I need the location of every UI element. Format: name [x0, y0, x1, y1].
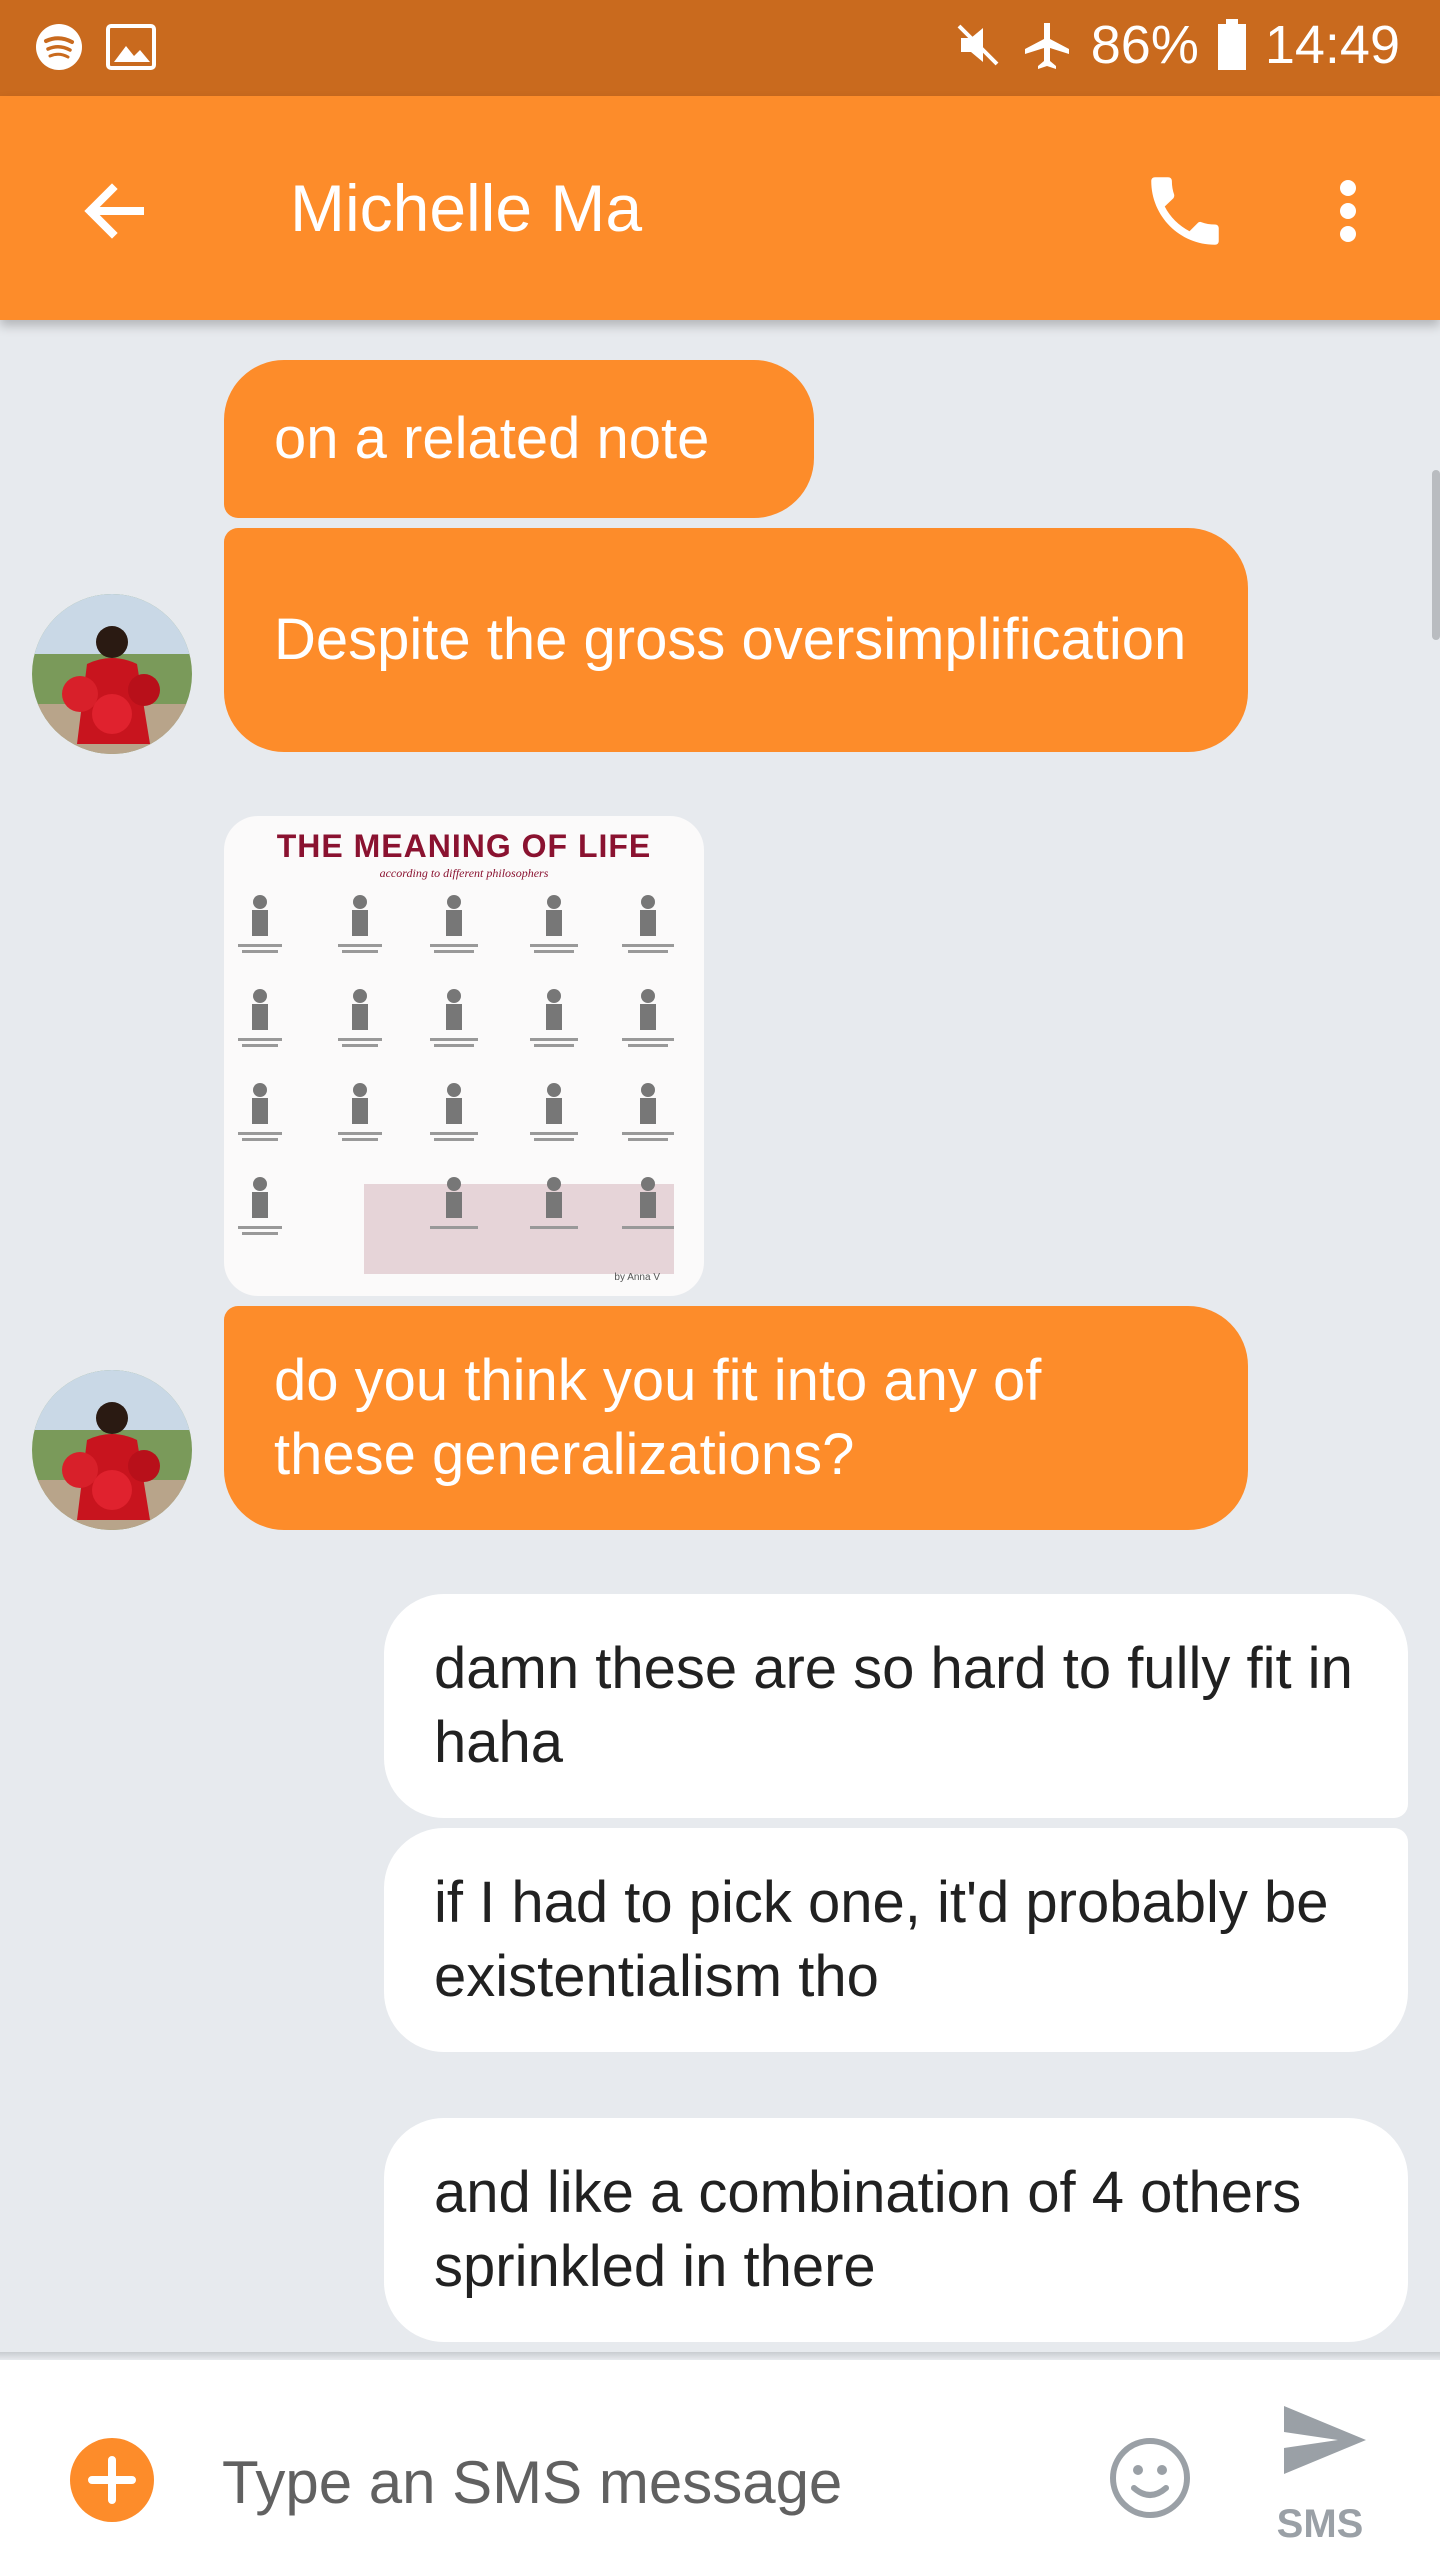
- message-text: Despite the gross oversimplification: [274, 607, 1187, 672]
- battery-icon: [1217, 19, 1246, 70]
- emoji-icon: [1110, 2438, 1190, 2518]
- more-vert-icon: [1340, 180, 1356, 242]
- send-icon: [1284, 2406, 1366, 2474]
- image-title: THE MEANING OF LIFE: [276, 828, 652, 864]
- airplane-icon: [1024, 23, 1069, 69]
- send-button[interactable]: SMS: [1260, 2402, 1380, 2546]
- conversation-title: Michelle Ma: [290, 171, 643, 245]
- avatar[interactable]: [32, 1370, 192, 1530]
- mute-icon: [957, 24, 999, 66]
- avatar-photo: [32, 1370, 192, 1530]
- message-bubble[interactable]: on a related note: [224, 360, 814, 518]
- back-arrow-icon: [84, 183, 144, 239]
- message-bubble[interactable]: Despite the gross oversimplification: [224, 528, 1248, 752]
- image-icon: [106, 24, 156, 70]
- message-bubble[interactable]: if I had to pick one, it'd probably be e…: [384, 1828, 1408, 2052]
- message-text: on a related note: [274, 406, 710, 471]
- image-attachment[interactable]: THE MEANING OF LIFE according to differe…: [224, 816, 704, 1296]
- plus-circle-icon: [70, 2438, 154, 2522]
- message-bubble[interactable]: damn these are so hard to fully fit in h…: [384, 1594, 1408, 1818]
- clock: 14:49: [1264, 15, 1400, 75]
- image-author: by Anna V: [614, 1272, 660, 1283]
- message-bubble[interactable]: do you think you fit into any of these g…: [224, 1306, 1248, 1530]
- call-button[interactable]: [1140, 166, 1230, 256]
- message-text: damn these are so hard to fully fit in h…: [434, 1636, 1353, 1775]
- message-bubble[interactable]: and like a combination of 4 others sprin…: [384, 2118, 1408, 2342]
- message-text: if I had to pick one, it'd probably be e…: [434, 1870, 1329, 2009]
- message-text: do you think you fit into any of these g…: [274, 1348, 1042, 1487]
- status-bar: 86% 14:49: [0, 0, 1440, 96]
- emoji-button[interactable]: [1108, 2436, 1192, 2520]
- scrollbar[interactable]: [1432, 470, 1440, 640]
- message-text: and like a combination of 4 others sprin…: [434, 2160, 1302, 2299]
- more-options-button[interactable]: [1318, 166, 1378, 256]
- image-subtitle: according to different philosophers: [379, 866, 549, 880]
- attach-button[interactable]: [70, 2438, 154, 2522]
- composer: SMS: [0, 2360, 1440, 2560]
- back-button[interactable]: [70, 166, 160, 256]
- spotify-icon: [36, 24, 82, 70]
- app-bar: Michelle Ma: [0, 96, 1440, 320]
- avatar[interactable]: [32, 594, 192, 754]
- send-label: SMS: [1276, 2502, 1364, 2546]
- sms-input[interactable]: [222, 2440, 1082, 2524]
- philosophy-infographic: [238, 895, 674, 1274]
- battery-percent: 86%: [1090, 15, 1199, 75]
- phone-icon: [1151, 177, 1219, 245]
- composer-divider: [0, 2352, 1440, 2360]
- avatar-photo: [32, 594, 192, 754]
